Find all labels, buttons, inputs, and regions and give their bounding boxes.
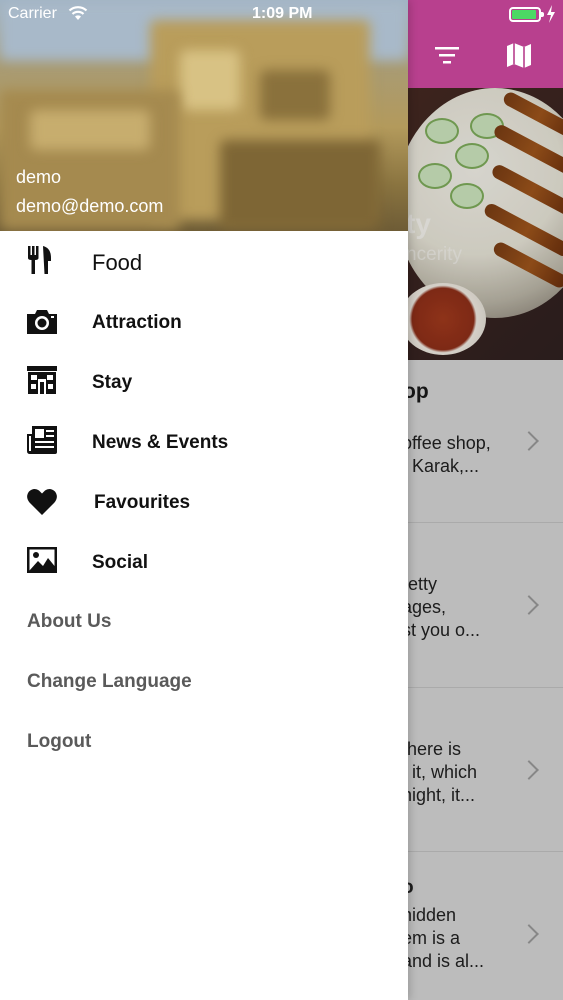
newspaper-icon [27, 426, 57, 454]
menu-item-change-language[interactable]: Change Language [0, 652, 408, 712]
menu-link-label: Change Language [27, 671, 192, 692]
heart-icon [27, 488, 57, 515]
status-bar: Carrier 1:09 PM [0, 0, 563, 30]
menu-item-label: Social [92, 552, 148, 573]
cutlery-icon [28, 246, 51, 274]
clock: 1:09 PM [252, 5, 313, 22]
menu-item-label: News & Events [92, 432, 229, 453]
side-drawer: demo demo@demo.com Food Attraction Stay … [0, 0, 408, 1000]
camera-icon [27, 310, 57, 334]
carrier-label: Carrier [8, 5, 57, 22]
menu-item-logout[interactable]: Logout [0, 712, 408, 772]
map-icon[interactable] [504, 40, 534, 70]
drawer-header: demo demo@demo.com [0, 0, 408, 231]
wifi-icon [68, 6, 88, 20]
menu-link-label: About Us [27, 611, 112, 632]
menu-link-label: Logout [27, 731, 92, 752]
menu-item-label: Food [92, 250, 143, 275]
menu-item-food[interactable]: Food [0, 232, 408, 292]
menu-item-label: Favourites [94, 492, 191, 513]
menu-item-news-events[interactable]: News & Events [0, 412, 408, 472]
building-icon [27, 366, 57, 394]
battery-icon [509, 7, 544, 22]
menu-item-label: Attraction [92, 312, 182, 333]
menu-item-favourites[interactable]: Favourites [0, 472, 408, 532]
filter-icon[interactable] [432, 40, 462, 70]
menu-item-label: Stay [92, 372, 133, 393]
menu-item-social[interactable]: Social [0, 532, 408, 592]
menu-item-attraction[interactable]: Attraction [0, 292, 408, 352]
menu-item-about-us[interactable]: About Us [0, 592, 408, 652]
drawer-backdrop[interactable] [408, 88, 563, 1000]
image-icon [27, 547, 57, 573]
charging-icon [547, 5, 555, 23]
user-name: demo [16, 167, 62, 187]
menu-item-stay[interactable]: Stay [0, 352, 408, 412]
user-email: demo@demo.com [16, 196, 164, 216]
